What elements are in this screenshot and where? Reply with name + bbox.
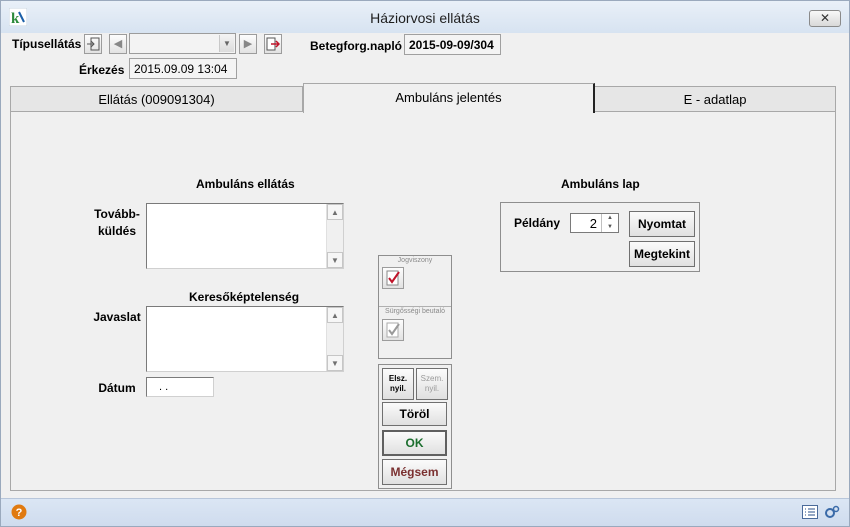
arrow-right-icon: ▶	[243, 38, 253, 50]
check-document-icon	[386, 322, 400, 338]
erkezes-value: 2015.09.09 13:04	[129, 58, 237, 79]
ambulans-lap-title: Ambuláns lap	[561, 177, 640, 191]
tipusellatas-combo[interactable]: ▼	[129, 33, 236, 54]
torol-button[interactable]: Töröl	[382, 402, 447, 426]
betegforg-label: Betegforg.napló	[310, 39, 402, 53]
window-title: Háziorvosi ellátás	[370, 10, 480, 26]
szem-nyil-line2: nyil.	[424, 384, 440, 393]
group-divider	[379, 306, 451, 307]
help-icon[interactable]: ?	[11, 504, 27, 520]
tovabbkuldes-textarea[interactable]: ▲ ▼	[146, 203, 344, 269]
next-button[interactable]: ▶	[239, 34, 257, 54]
prev-button[interactable]: ◀	[109, 34, 127, 54]
peldany-label: Példány	[514, 216, 561, 230]
export-button[interactable]	[264, 34, 282, 54]
export-icon	[266, 37, 281, 51]
close-button[interactable]: ✕	[809, 10, 841, 27]
main-window: k Háziorvosi ellátás ✕ Típusellátás ◀ ▼ …	[0, 0, 850, 527]
jogviszony-button[interactable]	[382, 267, 404, 289]
datum-input[interactable]: . .	[146, 377, 214, 397]
status-bar: ?	[1, 498, 849, 526]
javaslat-scrollbar[interactable]: ▲ ▼	[326, 307, 343, 371]
datum-label: Dátum	[98, 381, 136, 395]
import-button[interactable]	[84, 34, 102, 54]
list-icon[interactable]	[802, 505, 818, 519]
spinner-arrows-icon[interactable]: ▲ ▼	[601, 214, 618, 232]
javaslat-textarea[interactable]: ▲ ▼	[146, 306, 344, 372]
betegforg-value: 2015-09-09/304	[404, 34, 501, 55]
import-icon	[87, 37, 100, 51]
javaslat-label: Javaslat	[93, 310, 141, 324]
megtekint-button[interactable]: Megtekint	[629, 241, 695, 267]
scroll-up-icon[interactable]: ▲	[327, 204, 343, 220]
check-document-icon	[386, 270, 400, 286]
scroll-down-icon[interactable]: ▼	[327, 252, 343, 268]
settings-icon[interactable]	[824, 504, 840, 520]
jogviszony-label: Jogviszony	[397, 257, 433, 264]
tab-ellatas[interactable]: Ellátás (009091304)	[10, 86, 303, 112]
szem-nyil-line1: Szem.	[420, 374, 444, 383]
arrow-left-icon: ◀	[113, 38, 123, 50]
scroll-up-icon[interactable]: ▲	[327, 307, 343, 323]
elsz-nyil-button[interactable]: Elsz. nyil.	[382, 368, 414, 400]
scroll-down-icon[interactable]: ▼	[327, 355, 343, 371]
peldany-value: 2	[589, 216, 597, 231]
tipusellatas-label: Típusellátás	[12, 37, 82, 51]
tovabbkuldes-label-line2: küldés	[97, 224, 136, 238]
surgossegi-button[interactable]	[382, 319, 404, 341]
title-bar: k Háziorvosi ellátás ✕	[1, 1, 849, 33]
szem-nyil-button[interactable]: Szem. nyil.	[416, 368, 448, 400]
megsem-button[interactable]: Mégsem	[382, 459, 447, 485]
svg-text:?: ?	[16, 507, 23, 519]
elsz-nyil-line1: Elsz.	[388, 374, 408, 383]
erkezes-label: Érkezés	[79, 63, 125, 77]
tovabbkuldes-label: Tovább- küldés	[91, 207, 143, 238]
surgossegi-label: Sürgősségi beutaló	[385, 308, 445, 315]
ok-button[interactable]: OK	[382, 430, 447, 456]
tab-ambulans-jelentes[interactable]: Ambuláns jelentés	[303, 83, 595, 113]
peldany-spinner[interactable]: 2 ▲ ▼	[570, 213, 619, 233]
nyomtat-button[interactable]: Nyomtat	[629, 211, 695, 237]
elsz-nyil-line2: nyil.	[389, 384, 406, 393]
tovabbkuldes-scrollbar[interactable]: ▲ ▼	[326, 204, 343, 268]
tovabbkuldes-label-line1: Tovább-	[94, 207, 140, 221]
tab-e-adatlap[interactable]: E - adatlap	[594, 86, 836, 112]
ambulans-ellatas-title: Ambuláns ellátás	[196, 177, 295, 191]
chevron-down-icon[interactable]: ▼	[219, 35, 234, 52]
keresokeptelenseg-title: Keresőképtelenség	[189, 290, 300, 304]
